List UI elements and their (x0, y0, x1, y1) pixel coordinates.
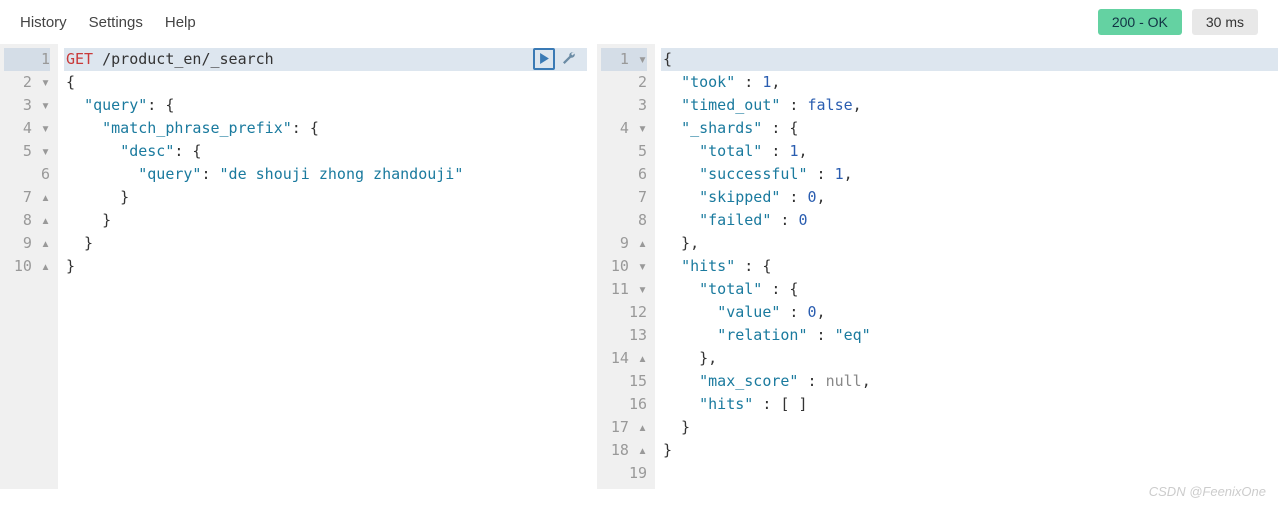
menu-settings[interactable]: Settings (89, 14, 143, 31)
code-line: "successful" : 1, (661, 163, 1278, 186)
top-bar: History Settings Help 200 - OK 30 ms (0, 0, 1278, 44)
code-line: } (64, 232, 587, 255)
code-line: }, (661, 232, 1278, 255)
code-line: "max_score" : null, (661, 370, 1278, 393)
line-number: 18 ▴ (601, 439, 647, 462)
menu-help[interactable]: Help (165, 14, 196, 31)
code-line: "took" : 1, (661, 71, 1278, 94)
menu-history[interactable]: History (20, 14, 67, 31)
code-line: "skipped" : 0, (661, 186, 1278, 209)
line-number: 10 ▴ (4, 255, 50, 278)
code-line: "relation" : "eq" (661, 324, 1278, 347)
request-pane: 12 ▾3 ▾4 ▾5 ▾67 ▴8 ▴9 ▴10 ▴ GET /product… (0, 44, 587, 489)
line-number: 4 ▾ (601, 117, 647, 140)
line-number: 6 (4, 163, 50, 186)
code-line: "query": "de shouji zhong zhandouji" (64, 163, 587, 186)
code-line: "desc": { (64, 140, 587, 163)
line-number: 11 ▾ (601, 278, 647, 301)
code-line: "value" : 0, (661, 301, 1278, 324)
code-line: "_shards" : { (661, 117, 1278, 140)
line-number: 1 ▾ (601, 48, 647, 71)
line-number: 5 ▾ (4, 140, 50, 163)
code-line: } (64, 255, 587, 278)
line-number: 1 (4, 48, 50, 71)
request-editor[interactable]: GET /product_en/_search{ "query": { "mat… (58, 44, 587, 489)
line-number: 7 ▴ (4, 186, 50, 209)
code-line: { (661, 48, 1278, 71)
code-line: } (661, 416, 1278, 439)
line-number: 14 ▴ (601, 347, 647, 370)
line-number: 4 ▾ (4, 117, 50, 140)
line-number: 5 (601, 140, 647, 163)
response-viewer[interactable]: { "took" : 1, "timed_out" : false, "_sha… (655, 44, 1278, 489)
line-number: 2 ▾ (4, 71, 50, 94)
line-number: 9 ▴ (4, 232, 50, 255)
line-number: 2 (601, 71, 647, 94)
line-number: 8 ▴ (4, 209, 50, 232)
line-number: 3 ▾ (4, 94, 50, 117)
request-actions (533, 48, 579, 70)
tools-button[interactable] (557, 48, 579, 70)
line-number: 16 (601, 393, 647, 416)
watermark: CSDN @FeenixOne (1149, 484, 1266, 499)
code-line (661, 462, 1278, 485)
response-pane: 1 ▾234 ▾56789 ▴10 ▾11 ▾121314 ▴151617 ▴1… (597, 44, 1278, 489)
line-number: 3 (601, 94, 647, 117)
play-icon (539, 50, 550, 68)
line-number: 15 (601, 370, 647, 393)
code-line: { (64, 71, 587, 94)
code-line: "timed_out" : false, (661, 94, 1278, 117)
line-number: 17 ▴ (601, 416, 647, 439)
code-line: "match_phrase_prefix": { (64, 117, 587, 140)
code-line: "total" : 1, (661, 140, 1278, 163)
code-line: "query": { (64, 94, 587, 117)
response-gutter: 1 ▾234 ▾56789 ▴10 ▾11 ▾121314 ▴151617 ▴1… (597, 44, 655, 489)
status-area: 200 - OK 30 ms (1098, 9, 1258, 35)
code-line: "failed" : 0 (661, 209, 1278, 232)
line-number: 10 ▾ (601, 255, 647, 278)
wrench-icon (560, 49, 576, 69)
timing-badge: 30 ms (1192, 9, 1258, 35)
line-number: 9 ▴ (601, 232, 647, 255)
run-button[interactable] (533, 48, 555, 70)
status-badge: 200 - OK (1098, 9, 1182, 35)
code-line: } (661, 439, 1278, 462)
main-menu: History Settings Help (20, 14, 196, 31)
code-line: "hits" : [ ] (661, 393, 1278, 416)
code-line: }, (661, 347, 1278, 370)
code-line: "total" : { (661, 278, 1278, 301)
editor-container: 12 ▾3 ▾4 ▾5 ▾67 ▴8 ▴9 ▴10 ▴ GET /product… (0, 44, 1278, 489)
code-line: } (64, 209, 587, 232)
line-number: 12 (601, 301, 647, 324)
code-line: GET /product_en/_search (64, 48, 587, 71)
request-gutter: 12 ▾3 ▾4 ▾5 ▾67 ▴8 ▴9 ▴10 ▴ (0, 44, 58, 489)
line-number: 6 (601, 163, 647, 186)
line-number: 13 (601, 324, 647, 347)
code-line: } (64, 186, 587, 209)
line-number: 19 (601, 462, 647, 485)
line-number: 7 (601, 186, 647, 209)
line-number: 8 (601, 209, 647, 232)
code-line: "hits" : { (661, 255, 1278, 278)
